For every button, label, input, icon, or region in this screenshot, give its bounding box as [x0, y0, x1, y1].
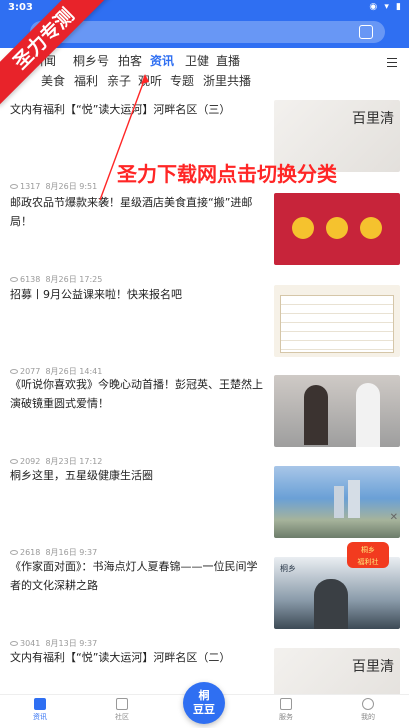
annotation-arrow [99, 74, 149, 201]
app-screen: 3:03 ◉ ▾ ▮ 圣力专测 新闻 桐乡号 拍客 资讯 卫健 直播 美食 福利… [0, 0, 409, 728]
annotation-text: 圣力下载网点击切换分类 [117, 162, 337, 186]
